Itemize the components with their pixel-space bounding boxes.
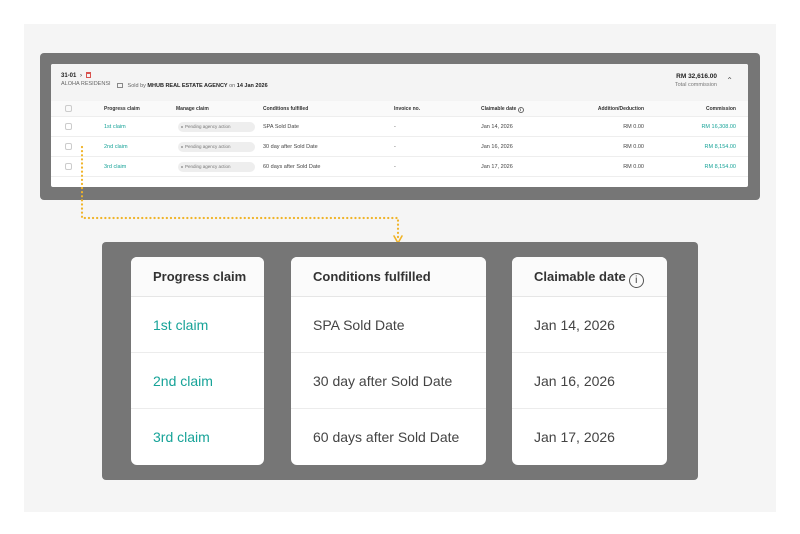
- col-claimable-label: Claimable date: [481, 106, 517, 112]
- select-all-checkbox[interactable]: [65, 105, 72, 112]
- conditions-cell: 60 days after Sold Date: [263, 164, 321, 170]
- zoom-conditions-cell: 60 days after Sold Date: [313, 429, 460, 445]
- sold-on: on: [229, 83, 236, 89]
- progress-claim-link[interactable]: 3rd claim: [104, 164, 126, 170]
- zoom-claimable-header: Claimable date i: [512, 257, 667, 297]
- progress-claim-link[interactable]: 2nd claim: [104, 144, 128, 150]
- col-invoice: Invoice no.: [394, 106, 421, 112]
- info-icon[interactable]: i: [628, 273, 644, 288]
- status-badge: Pending agency action: [178, 142, 255, 152]
- addition-cell: RM 0.00: [623, 144, 644, 150]
- chevron-right-icon: ›: [80, 73, 83, 79]
- commission-card: 31-01 › ALOHA RESIDENSI Sold by MHUB REA…: [51, 64, 748, 187]
- unit-number: 31-01 ›: [61, 72, 91, 79]
- row-checkbox[interactable]: [65, 143, 72, 150]
- zoom-claimable-cell: Jan 16, 2026: [512, 353, 667, 409]
- total-commission-amount: RM 32,616.00: [676, 73, 717, 80]
- zoom-progress-link[interactable]: 2nd claim: [131, 353, 264, 409]
- addition-cell: RM 0.00: [623, 164, 644, 170]
- card-header: 31-01 › ALOHA RESIDENSI Sold by MHUB REA…: [51, 64, 748, 101]
- commission-cell: RM 8,154.00: [704, 144, 737, 150]
- addition-cell: RM 0.00: [623, 124, 644, 130]
- zoom-conditions-header: Conditions fulfilled: [291, 257, 486, 297]
- col-addition: Addition/Deduction: [597, 106, 644, 112]
- conditions-cell: SPA Sold Date: [263, 124, 299, 130]
- status-badge: Pending agency action: [178, 162, 255, 172]
- info-icon[interactable]: i: [517, 107, 524, 113]
- zoom-conditions-cell: 30 day after Sold Date: [291, 353, 486, 409]
- invoice-cell: -: [394, 164, 396, 170]
- zoom-claimable-cell: Jan 17, 2026: [534, 429, 615, 445]
- zoom-claimable-cell: Jan 14, 2026: [512, 297, 667, 353]
- conditions-cell: 30 day after Sold Date: [263, 144, 318, 150]
- table-row: 1st claim Pending agency action SPA Sold…: [51, 117, 748, 137]
- zoom-progress-link[interactable]: 1st claim: [131, 297, 264, 353]
- col-manage: Manage claim: [176, 106, 209, 112]
- zoom-progress-link[interactable]: 3rd claim: [131, 409, 264, 465]
- col-progress: Progress claim: [104, 106, 140, 112]
- table-header: Progress claim Manage claim Conditions f…: [51, 101, 748, 117]
- zoom-claimable-column: Claimable date i Jan 14, 2026 Jan 16, 202…: [512, 257, 667, 465]
- project-name: ALOHA RESIDENSI: [61, 81, 111, 87]
- chevron-up-icon[interactable]: ⌃: [726, 76, 733, 85]
- zoom-conditions-column: Conditions fulfilled SPA Sold Date 30 da…: [291, 257, 486, 465]
- unit-label: 31-01: [61, 73, 77, 79]
- status-badge: Pending agency action: [178, 122, 255, 132]
- zoom-progress-column: Progress claim 1st claim 2nd claim 3rd c…: [131, 257, 264, 465]
- table-row: 3rd claim Pending agency action 60 days …: [51, 157, 748, 177]
- zoom-progress-header: Progress claim: [131, 257, 264, 297]
- col-commission: Commission: [705, 106, 736, 112]
- commission-cell: RM 8,154.00: [704, 164, 737, 170]
- commission-cell: RM 16,308.00: [701, 124, 736, 130]
- row-checkbox[interactable]: [65, 123, 72, 130]
- invoice-cell: -: [394, 124, 396, 130]
- claimable-cell: Jan 14, 2026: [481, 124, 513, 130]
- claimable-cell: Jan 16, 2026: [481, 144, 513, 150]
- col-conditions: Conditions fulfilled: [263, 106, 309, 112]
- invoice-cell: -: [394, 144, 396, 150]
- claimable-cell: Jan 17, 2026: [481, 164, 513, 170]
- row-checkbox[interactable]: [65, 163, 72, 170]
- table-row: 2nd claim Pending agency action 30 day a…: [51, 137, 748, 157]
- sold-prefix: Sold by: [127, 83, 146, 89]
- zoom-conditions-cell: SPA Sold Date: [291, 297, 486, 353]
- sold-date: 14 Jan 2026: [236, 83, 268, 89]
- agency-name: MHUB REAL ESTATE AGENCY: [147, 83, 228, 89]
- progress-claim-link[interactable]: 1st claim: [104, 124, 126, 130]
- house-icon: [117, 83, 123, 88]
- total-commission-label: Total commission: [674, 82, 717, 88]
- sold-info: Sold by MHUB REAL ESTATE AGENCY on 14 Ja…: [117, 83, 268, 89]
- zoom-claimable-label: Claimable date: [534, 269, 626, 284]
- col-claimable: Claimable date i: [481, 106, 524, 113]
- trash-icon[interactable]: [85, 72, 91, 78]
